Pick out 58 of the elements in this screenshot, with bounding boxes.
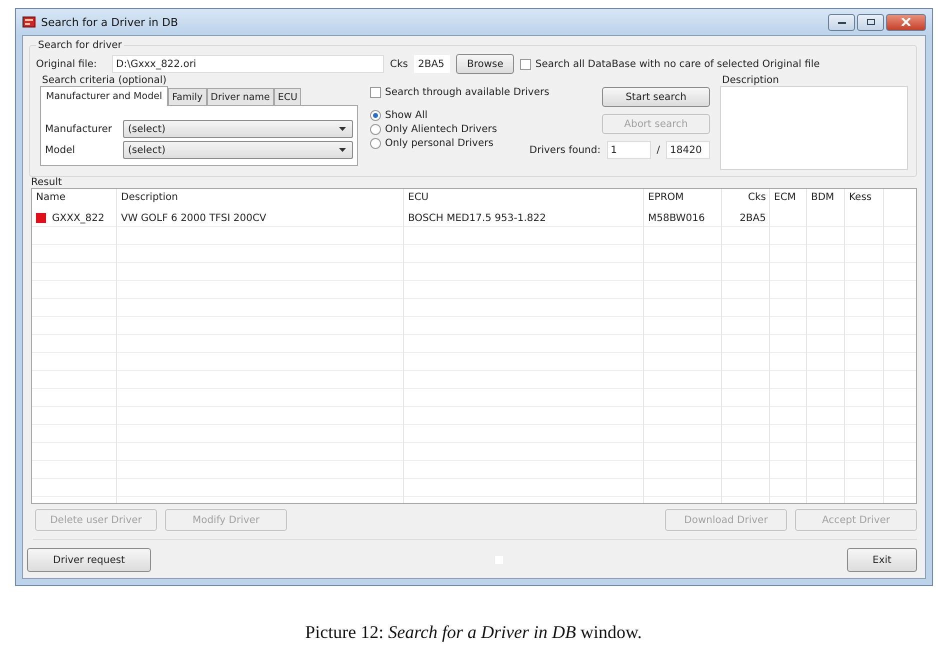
radio-button[interactable] [370,124,381,135]
tab[interactable]: Driver name [206,88,274,105]
radio-button[interactable] [370,138,381,149]
tab[interactable]: Manufacturer and Model [40,86,168,106]
dropdown[interactable]: (select) [123,120,353,138]
app-icon [22,15,36,29]
tab[interactable]: ECU [274,88,302,105]
checkbox-label: Search through available Drivers [385,87,550,98]
table-cell: VW GOLF 6 2000 TFSI 200CV [121,212,266,224]
column-header[interactable]: Kess [845,189,884,209]
browse-button[interactable]: Browse [456,54,514,74]
minimize-button[interactable] [828,14,855,30]
checkbox-label: Search all DataBase with no care of selected Original file [535,58,820,70]
column-header[interactable]: ECM [770,189,807,209]
table-cell: BOSCH MED17.5 953-1.822 [408,212,546,224]
start-search-button[interactable]: Start search [602,87,710,107]
minimize-icon [836,19,846,25]
checksum-field[interactable]: 2BA5 [414,55,450,73]
total-field[interactable]: 18420 [666,141,710,159]
count-field[interactable]: 1 [606,141,651,159]
column-header[interactable]: ECU [404,189,644,209]
checkbox[interactable] [520,58,532,70]
table-cell: M58BW016 [648,212,705,224]
group-label: Search criteria (optional) [41,75,168,86]
group-label: Description [721,75,780,86]
field-label: Drivers found: [529,144,601,156]
separator-text: / [656,144,660,156]
figure-caption: Picture 12: Search for a Driver in DB window. [304,622,643,643]
table-cell: 2BA5 [740,212,766,224]
table-cell: GXXX_822 [52,212,104,224]
close-icon [901,18,911,26]
column-header[interactable]: Description [117,189,404,209]
column-header[interactable]: Name [32,189,117,209]
file-path-field[interactable]: D:\Gxxx_822.ori [112,55,384,73]
maximize-button[interactable] [857,14,884,30]
radio-label: Show All [385,110,428,121]
driver-request-button[interactable]: Driver request [27,548,151,572]
column-header[interactable]: BDM [807,189,845,209]
exit-button[interactable]: Exit [847,548,917,572]
column-header[interactable]: EPROM [644,189,722,209]
group-label: Search for driver [37,40,123,51]
field-label: Cks [390,58,408,70]
radio-label: Only Alientech Drivers [385,124,498,135]
window-title: Search for a Driver in DB [41,16,178,28]
caret-icon [339,148,346,152]
checkbox[interactable] [370,87,381,98]
tab[interactable]: Family [168,88,207,105]
field-label: Model [45,144,76,156]
radio-button[interactable] [370,110,381,121]
radio-label: Only personal Drivers [385,138,494,149]
dropdown[interactable]: (select) [123,141,353,159]
caret-icon [339,127,346,131]
field-label: Manufacturer [45,124,113,134]
close-button[interactable] [886,14,926,30]
group-label: Result [30,177,63,188]
column-header[interactable]: Cks [722,189,770,209]
maximize-icon [866,18,876,26]
field-label: Original file: [36,58,98,70]
